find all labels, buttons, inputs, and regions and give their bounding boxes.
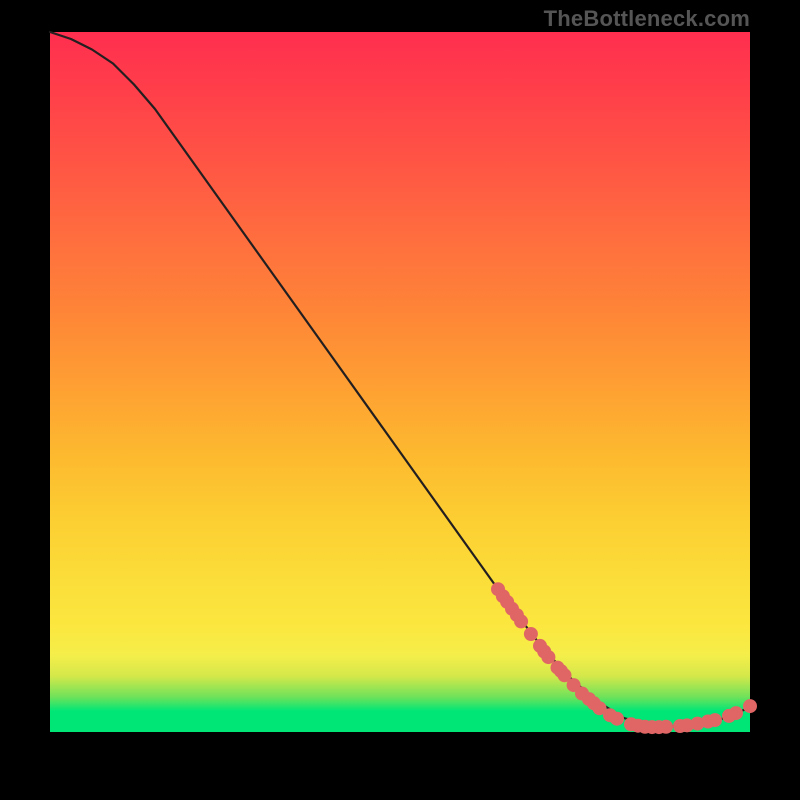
data-point [743, 699, 757, 713]
chart-svg [50, 32, 750, 732]
scatter-points [491, 582, 757, 734]
data-point [514, 614, 528, 628]
data-point [729, 706, 743, 720]
data-point [610, 712, 624, 726]
chart-frame: TheBottleneck.com [0, 0, 800, 800]
attribution-label: TheBottleneck.com [544, 6, 750, 32]
plot-area [50, 32, 750, 732]
data-point [708, 713, 722, 727]
data-point [659, 720, 673, 734]
bottleneck-curve [50, 32, 750, 726]
data-point [524, 627, 538, 641]
